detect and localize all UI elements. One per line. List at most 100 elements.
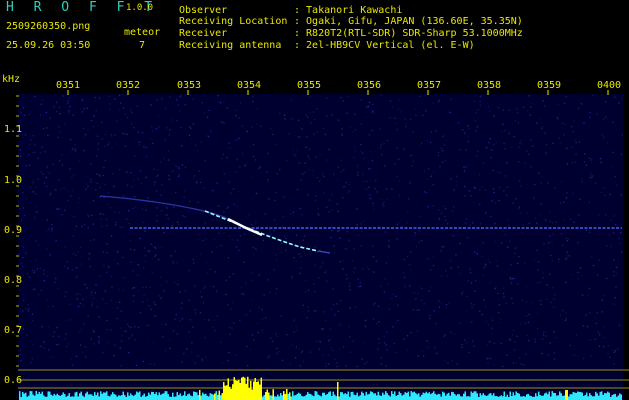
level-bar — [197, 395, 199, 400]
noise-speckle — [506, 186, 508, 188]
level-bar — [617, 395, 619, 400]
noise-speckle — [283, 235, 286, 237]
noise-speckle — [143, 294, 145, 296]
noise-speckle — [342, 260, 345, 262]
noise-speckle — [557, 118, 559, 120]
noise-speckle — [552, 222, 554, 224]
noise-speckle — [443, 205, 445, 207]
noise-speckle — [45, 185, 48, 188]
noise-speckle — [453, 333, 455, 336]
noise-speckle — [360, 99, 362, 101]
noise-speckle — [40, 171, 42, 173]
noise-speckle — [93, 115, 95, 117]
noise-speckle — [398, 99, 400, 102]
noise-speckle — [297, 136, 299, 138]
level-bar — [169, 396, 171, 400]
noise-speckle — [369, 197, 372, 200]
noise-speckle — [96, 182, 98, 184]
noise-speckle — [547, 182, 549, 184]
noise-speckle — [247, 365, 249, 367]
noise-speckle — [336, 179, 338, 181]
noise-speckle — [181, 318, 184, 320]
level-bar — [155, 392, 157, 400]
level-bar — [292, 391, 294, 400]
noise-speckle — [330, 308, 332, 310]
noise-speckle — [52, 305, 54, 307]
noise-speckle — [412, 131, 414, 133]
noise-speckle — [275, 333, 277, 335]
level-bar — [436, 394, 438, 400]
noise-speckle — [62, 95, 65, 97]
level-bar — [385, 391, 387, 400]
noise-speckle — [229, 333, 231, 335]
noise-speckle — [493, 363, 495, 365]
noise-speckle — [244, 313, 246, 315]
noise-speckle — [537, 313, 539, 315]
level-bar — [449, 395, 451, 400]
noise-speckle — [317, 208, 320, 210]
noise-speckle — [273, 268, 275, 271]
level-bar — [121, 395, 123, 400]
noise-speckle — [154, 255, 156, 258]
noise-speckle — [296, 329, 298, 331]
noise-speckle — [319, 249, 321, 251]
noise-speckle — [315, 310, 317, 312]
noise-speckle — [452, 235, 454, 237]
noise-speckle — [173, 262, 175, 264]
noise-speckle — [124, 330, 126, 332]
noise-speckle — [119, 301, 121, 303]
noise-speckle — [415, 246, 418, 248]
noise-speckle — [251, 271, 253, 274]
noise-speckle — [193, 262, 195, 264]
noise-speckle — [263, 294, 265, 296]
noise-speckle — [85, 356, 87, 358]
noise-speckle — [124, 113, 127, 115]
noise-speckle — [483, 299, 485, 301]
level-bar — [88, 394, 90, 400]
level-bar — [569, 394, 571, 400]
noise-speckle — [386, 139, 389, 142]
noise-speckle — [290, 98, 292, 101]
level-bar — [371, 392, 373, 400]
level-bar — [487, 395, 489, 400]
noise-speckle — [333, 173, 335, 176]
noise-speckle — [614, 297, 616, 299]
freq-tick: 0.9 — [4, 225, 23, 236]
noise-speckle — [555, 221, 557, 223]
level-bar — [82, 395, 84, 400]
noise-speckle — [145, 176, 147, 179]
noise-speckle — [479, 189, 481, 191]
noise-speckle — [307, 155, 309, 157]
noise-speckle — [363, 157, 365, 159]
noise-speckle — [465, 341, 467, 344]
noise-speckle — [180, 94, 182, 96]
level-bar — [490, 393, 492, 400]
noise-speckle — [403, 338, 405, 340]
noise-speckle — [526, 212, 528, 215]
noise-speckle — [356, 365, 358, 368]
level-bar — [239, 382, 241, 400]
level-bar — [29, 391, 31, 400]
noise-speckle — [97, 148, 99, 150]
noise-speckle — [534, 183, 536, 186]
noise-speckle — [512, 329, 515, 332]
noise-speckle — [59, 159, 61, 162]
noise-speckle — [147, 250, 149, 252]
noise-speckle — [290, 199, 292, 201]
noise-speckle — [307, 289, 310, 291]
noise-speckle — [417, 292, 419, 294]
noise-speckle — [586, 325, 589, 328]
noise-speckle — [412, 160, 414, 163]
noise-speckle — [82, 298, 84, 300]
noise-speckle — [302, 173, 304, 175]
level-bar — [175, 396, 177, 400]
level-bar — [262, 396, 264, 400]
noise-speckle — [521, 231, 523, 234]
noise-speckle — [48, 326, 50, 328]
noise-speckle — [493, 115, 495, 117]
level-bar — [466, 396, 468, 400]
noise-speckle — [283, 196, 285, 198]
noise-speckle — [169, 96, 171, 98]
level-bar — [547, 394, 549, 400]
noise-speckle — [192, 98, 194, 100]
